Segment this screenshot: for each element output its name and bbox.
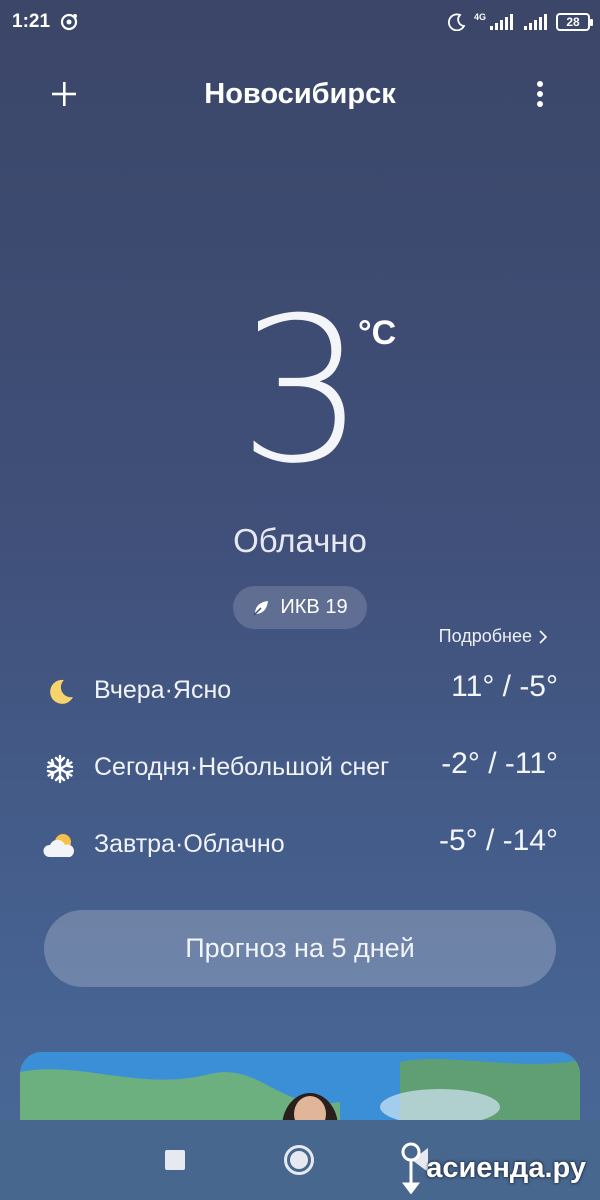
current-temperature: 3 [238,275,365,508]
forecast-label: Сегодня·Небольшой снег [94,753,390,781]
current-condition: Облачно [233,522,367,559]
leaf-icon [253,600,269,616]
more-options-button[interactable] [526,70,554,118]
more-details-label: Подробнее [438,626,532,646]
signal-icon-2 [524,14,547,30]
city-title: Новосибирск [204,78,396,110]
home-button[interactable] [284,1145,314,1175]
network-type-label: 4G [473,12,486,22]
forecast-temps: -2° / -11° [441,747,558,780]
recent-apps-button[interactable] [165,1150,185,1170]
sync-notification-icon [60,13,78,31]
watermark: асиенда.ру [400,1142,586,1194]
signal-icon [490,14,513,30]
chevron-right-icon [539,629,548,644]
forecast-row-today[interactable]: Сегодня·Небольшой снег -2° / -11° [42,745,558,822]
moon-icon [42,674,78,710]
forecast-label: Вчера·Ясно [94,676,232,704]
battery-icon: 28 [556,13,593,31]
daily-forecast-list: Вчера·Ясно 11° / -5° Сегодня·Небольшой с… [42,668,558,899]
forecast-row-yesterday[interactable]: Вчера·Ясно 11° / -5° [42,668,558,745]
temperature-unit: °C [358,314,397,352]
aqi-badge[interactable]: ИКВ 19 [233,586,367,629]
watermark-text: асиенда.ру [426,1151,586,1184]
snowflake-icon [42,751,78,787]
status-time: 1:21 [12,11,51,32]
forecast-row-tomorrow[interactable]: Завтра·Облачно -5° / -14° [42,822,558,899]
more-vertical-icon [537,81,543,107]
five-day-forecast-button[interactable]: Прогноз на 5 дней [44,910,556,987]
forecast-temps: -5° / -14° [438,824,558,857]
forecast-temps: 11° / -5° [451,670,558,703]
partly-cloudy-icon [42,828,78,864]
watermark-logo-icon [401,1142,421,1194]
status-bar: 1:21 4G 28 [0,0,600,46]
status-indicators: 4G 28 [447,10,593,34]
forecast-label: Завтра·Облачно [94,830,285,858]
more-details-link[interactable]: Подробнее [439,626,548,647]
battery-level: 28 [566,15,580,29]
moon-dnd-icon [447,13,466,31]
aqi-label: ИКВ 19 [280,596,348,618]
top-bar: Новосибирск [0,66,600,126]
